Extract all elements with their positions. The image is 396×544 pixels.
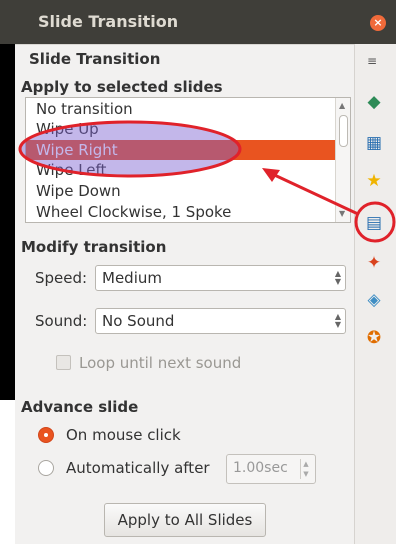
master-slides-icon[interactable]: ◈ — [363, 289, 385, 311]
apply-to-all-slides-button[interactable]: Apply to All Slides — [104, 503, 266, 537]
slide-transition-icon[interactable]: ▤ — [363, 212, 385, 234]
chevron-updown-icon: ▲ ▼ — [334, 312, 341, 329]
automatically-after-label: Automatically after — [66, 459, 210, 477]
window-titlebar: Slide Transition × — [0, 0, 396, 44]
custom-animation-icon[interactable]: ✦ — [363, 252, 385, 274]
speed-select[interactable]: Medium ▲ ▼ — [95, 265, 346, 291]
close-button[interactable]: × — [370, 15, 386, 31]
panel-title: Slide Transition — [29, 50, 161, 68]
scroll-up-icon[interactable]: ▲ — [339, 101, 345, 110]
transition-list[interactable]: No transition Wipe Up Wipe Right Wipe Le… — [25, 97, 351, 223]
spin-arrows-icon[interactable]: ▲ ▼ — [300, 459, 311, 479]
list-item-selected[interactable]: Wipe Right — [26, 140, 338, 160]
list-item[interactable]: Wheel Clockwise, 1 Spoke — [36, 203, 231, 221]
loop-checkbox[interactable] — [56, 355, 71, 370]
apply-heading: Apply to selected slides — [21, 78, 223, 96]
styles-icon[interactable]: ▦ — [363, 132, 385, 154]
list-item[interactable]: Wipe Left — [36, 161, 106, 179]
scroll-down-icon[interactable]: ▼ — [339, 209, 345, 218]
sound-value: No Sound — [102, 312, 175, 330]
modify-heading: Modify transition — [21, 238, 167, 256]
sidebar-menu-icon[interactable]: ≡ — [367, 54, 377, 68]
on-mouse-click-radio[interactable] — [38, 427, 54, 443]
panel-divider — [15, 44, 354, 45]
gallery-icon[interactable]: ★ — [363, 170, 385, 192]
scroll-thumb[interactable] — [339, 115, 348, 147]
window-title: Slide Transition — [38, 12, 179, 31]
list-item[interactable]: No transition — [36, 100, 133, 118]
sound-select[interactable]: No Sound ▲ ▼ — [95, 308, 346, 334]
list-item[interactable]: Wipe Down — [36, 182, 121, 200]
speed-label: Speed: — [35, 269, 88, 287]
speed-value: Medium — [102, 269, 162, 287]
list-scrollbar[interactable]: ▲ ▼ — [335, 98, 350, 222]
auto-delay-value: 1.00sec — [233, 460, 288, 476]
auto-delay-spinbox[interactable]: 1.00sec ▲ ▼ — [226, 454, 316, 484]
list-item-selected-label: Wipe Right — [36, 141, 118, 159]
properties-icon[interactable]: ◆ — [363, 91, 385, 113]
chevron-updown-icon: ▲ ▼ — [334, 269, 341, 286]
navigator-compass-icon[interactable]: ✪ — [363, 327, 385, 349]
sound-label: Sound: — [35, 312, 88, 330]
list-item[interactable]: Wipe Up — [36, 120, 99, 138]
automatically-after-radio[interactable] — [38, 460, 54, 476]
loop-label: Loop until next sound — [79, 354, 242, 372]
advance-heading: Advance slide — [21, 398, 139, 416]
background-region — [0, 44, 15, 400]
on-mouse-click-label: On mouse click — [66, 426, 181, 444]
